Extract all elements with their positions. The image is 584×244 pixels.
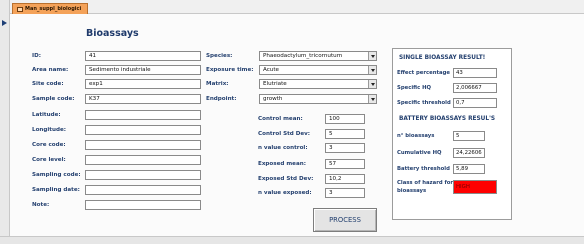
exposed-mean-field[interactable]: 57 [325, 159, 365, 169]
matrix-combo[interactable]: Elutriate [259, 79, 377, 89]
n-bioassays-field[interactable]: 5 [453, 131, 485, 141]
effect-percentage-field[interactable]: 43 [453, 68, 497, 78]
sampling-code-label: Sampling code: [32, 172, 81, 178]
process-button[interactable]: PROCESS [313, 208, 377, 232]
bottom-scroll-strip [0, 236, 584, 244]
specific-threshold-field[interactable]: 0,7 [453, 98, 497, 108]
exposure-time-combo[interactable]: Acute [259, 65, 377, 75]
effect-percentage-label: Effect percentage [397, 70, 451, 76]
id-field[interactable]: 41 [85, 51, 201, 61]
single-result-title: SINGLE BIOASSAY RESULT! [399, 55, 486, 61]
specific-hq-field[interactable]: 2,006667 [453, 83, 497, 93]
endpoint-combo[interactable]: growth [259, 94, 377, 104]
document-tab-bar: Man_suppl_biologici [10, 0, 584, 14]
longitude-field[interactable] [85, 125, 201, 135]
matrix-label: Matrix: [206, 81, 229, 87]
sampling-code-field[interactable] [85, 170, 201, 180]
cumulative-hq-label: Cumulative HQ [397, 150, 442, 156]
chevron-down-icon[interactable] [368, 66, 376, 74]
sample-code-label: Sample code: [32, 96, 75, 102]
n-value-control-label: n value control: [258, 145, 308, 151]
sample-code-field[interactable]: K37 [85, 94, 201, 104]
sampling-date-field[interactable] [85, 185, 201, 195]
species-value: Phaeodactylum_tricornutum [263, 53, 343, 59]
battery-threshold-field[interactable]: 5,89 [453, 164, 485, 174]
core-level-label: Core level: [32, 157, 66, 163]
battery-threshold-label: Battery threshold [397, 166, 450, 172]
exposed-mean-label: Exposed mean: [258, 161, 306, 167]
class-of-hazard-field[interactable]: HIGH [453, 180, 497, 194]
chevron-down-icon[interactable] [368, 80, 376, 88]
control-mean-field[interactable]: 100 [325, 114, 365, 124]
longitude-label: Longitude: [32, 127, 67, 133]
control-std-dev-label: Control Std Dev: [258, 131, 311, 137]
area-name-field[interactable]: Sedimento industriale [85, 65, 201, 75]
sampling-date-label: Sampling date: [32, 187, 80, 193]
exposed-std-dev-field[interactable]: 10,2 [325, 174, 365, 184]
species-label: Species: [206, 53, 233, 59]
battery-result-title: BATTERY BIOASSAYS RESUL'S [399, 116, 496, 122]
class-of-hazard-label-line2: bioassays [397, 188, 427, 194]
tab-man-suppl-biologici[interactable]: Man_suppl_biologici [12, 3, 89, 14]
tab-label: Man_suppl_biologici [25, 6, 82, 12]
n-value-exposed-field[interactable]: 3 [325, 188, 365, 198]
site-code-field[interactable]: exp1 [85, 79, 201, 89]
n-bioassays-label: n° bioassays [397, 133, 435, 139]
matrix-value: Elutriate [263, 81, 287, 87]
control-std-dev-field[interactable]: 5 [325, 129, 365, 139]
cumulative-hq-field[interactable]: 24,22606 [453, 148, 485, 158]
latitude-field[interactable] [85, 110, 201, 120]
n-value-exposed-label: n value exposed: [258, 190, 312, 196]
area-name-label: Area name: [32, 67, 69, 73]
specific-hq-label: Specific HQ [397, 85, 432, 91]
endpoint-value: growth [263, 96, 283, 102]
current-record-arrow-icon [2, 20, 7, 26]
record-selector-strip [0, 0, 10, 236]
results-panel: SINGLE BIOASSAY RESULT! Effect percentag… [392, 48, 512, 220]
core-level-field[interactable] [85, 155, 201, 165]
note-field[interactable] [85, 200, 201, 210]
n-value-control-field[interactable]: 3 [325, 143, 365, 153]
id-label: ID: [32, 53, 41, 59]
exposed-std-dev-label: Exposed Std Dev: [258, 176, 314, 182]
note-label: Note: [32, 202, 50, 208]
endpoint-label: Endpoint: [206, 96, 237, 102]
exposure-time-label: Exposure time: [206, 67, 254, 73]
class-of-hazard-label-line1: Class of hazard for [397, 180, 454, 186]
bioassays-form: Bioassays ID: 41 Area name: Sedimento in… [10, 14, 584, 236]
species-combo[interactable]: Phaeodactylum_tricornutum [259, 51, 377, 61]
exposure-time-value: Acute [263, 67, 279, 73]
form-title: Bioassays [86, 28, 139, 39]
site-code-label: Site code: [32, 81, 64, 87]
control-mean-label: Control mean: [258, 116, 303, 122]
form-icon [17, 6, 23, 12]
chevron-down-icon[interactable] [368, 52, 376, 60]
specific-threshold-label: Specific threshold [397, 100, 451, 106]
core-code-label: Core code: [32, 142, 66, 148]
core-code-field[interactable] [85, 140, 201, 150]
chevron-down-icon[interactable] [368, 95, 376, 103]
latitude-label: Latitude: [32, 112, 61, 118]
